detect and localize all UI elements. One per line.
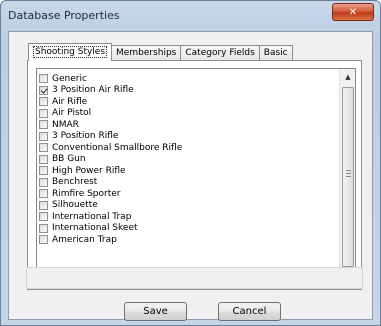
title-bar[interactable]: Database Properties ✕ [1,1,380,31]
checkbox[interactable] [39,131,48,141]
tab-label: Shooting Styles [33,46,108,58]
checkbox-label: Benchrest [52,177,98,188]
checkbox[interactable] [39,200,48,210]
checkbox[interactable] [39,212,48,222]
tab-memberships[interactable]: Memberships [111,45,182,61]
shooting-styles-panel: Generic 3 Position Air Rifle Air Rifle Air … [27,60,362,290]
checkbox-label: High Power Rifle [52,165,126,176]
checkbox-label: International Trap [52,211,132,222]
checkbox-label: Silhouette [52,200,98,211]
list-item[interactable]: Silhouette [38,200,340,212]
checkbox-label: Air Rifle [52,96,88,107]
list-item[interactable]: International Skeet [38,223,340,235]
checkbox-label: BB Gun [52,154,86,165]
checkbox-label: International Skeet [52,223,138,234]
checklist-items: Generic 3 Position Air Rifle Air Rifle Air … [38,73,340,246]
database-properties-dialog: Database Properties ✕ Shooting Styles Me… [0,0,381,326]
checkbox[interactable] [39,74,48,84]
window-title: Database Properties [8,9,120,22]
checkbox[interactable] [39,189,48,199]
checkbox-label: 3 Position Rifle [52,131,119,142]
checkbox[interactable] [39,166,48,176]
tab-category-fields[interactable]: Category Fields [180,45,260,61]
list-item[interactable]: BB Gun [38,154,340,166]
tab-shooting-styles[interactable]: Shooting Styles [28,43,113,61]
checkbox-label: Generic [52,73,87,84]
checkbox-label: 3 Position Air Rifle [52,85,134,96]
list-item[interactable]: Air Pistol [38,108,340,120]
checkbox[interactable] [39,154,48,164]
list-item[interactable]: Air Rifle [38,96,340,108]
list-item[interactable]: High Power Rifle [38,165,340,177]
cancel-button[interactable]: Cancel [218,302,281,321]
checkbox-label: American Trap [52,234,117,245]
checkbox-label: Rimfire Sporter [52,188,121,199]
list-item[interactable]: Generic [38,73,340,85]
save-button[interactable]: Save [124,302,187,321]
checkbox-label: Air Pistol [52,108,92,119]
checkbox[interactable] [39,108,48,118]
checkbox[interactable] [39,177,48,187]
list-item[interactable]: International Trap [38,211,340,223]
list-item[interactable]: American Trap [38,234,340,246]
grip-icon [346,170,351,179]
scroll-up-icon[interactable]: ▲ [340,69,356,85]
close-button[interactable]: ✕ [332,3,374,21]
tab-strip: Shooting Styles Memberships Category Fie… [28,43,293,61]
list-item[interactable]: 3 Position Air Rifle [38,85,340,97]
checkbox[interactable] [39,223,48,233]
close-icon: ✕ [348,6,358,18]
checkbox[interactable] [39,143,48,153]
dialog-body: Shooting Styles Memberships Category Fie… [8,31,373,321]
tab-basic[interactable]: Basic [258,45,293,61]
list-item[interactable]: 3 Position Rifle [38,131,340,143]
list-item[interactable]: Benchrest [38,177,340,189]
checkbox[interactable] [39,97,48,107]
status-box [26,267,363,289]
shooting-styles-checklist[interactable]: Generic 3 Position Air Rifle Air Rifle Air … [36,68,356,285]
checkbox-label: NMAR [52,119,79,130]
checkbox[interactable] [39,85,48,95]
list-item[interactable]: NMAR [38,119,340,131]
checkbox[interactable] [39,235,48,245]
list-item[interactable]: Rimfire Sporter [38,188,340,200]
checkbox[interactable] [39,120,48,130]
vertical-scrollbar[interactable]: ▲ ▼ [339,69,355,284]
checkbox-label: Conventional Smallbore Rifle [52,142,183,153]
list-item[interactable]: Conventional Smallbore Rifle [38,142,340,154]
scroll-thumb[interactable] [342,87,354,267]
